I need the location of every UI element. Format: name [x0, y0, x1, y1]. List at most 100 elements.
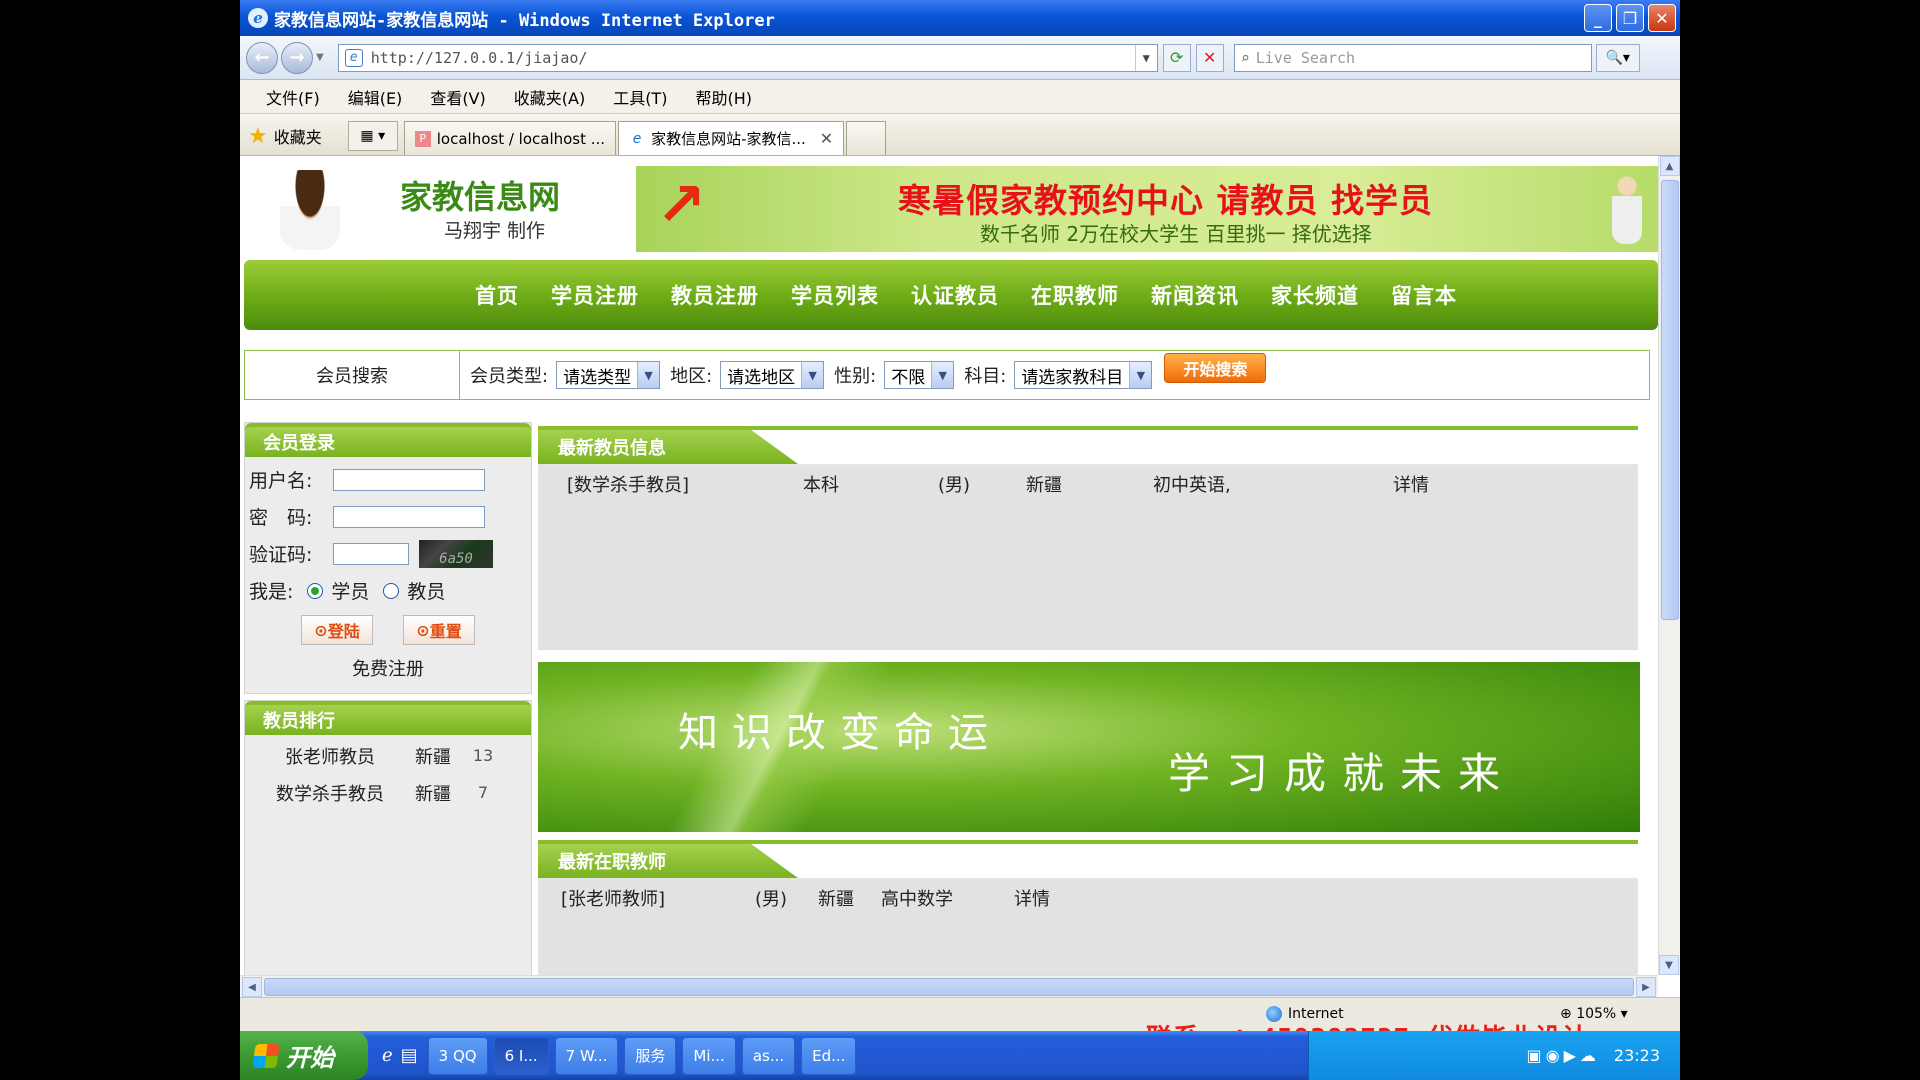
scroll-up-icon[interactable]: ▲: [1659, 156, 1680, 176]
horizontal-scrollbar[interactable]: ◀ ▶: [240, 975, 1658, 997]
back-button[interactable]: ←: [246, 41, 278, 74]
free-register-link[interactable]: 免费注册: [245, 655, 531, 681]
tray-icons[interactable]: ▣◉▶☁: [1527, 1046, 1600, 1065]
role-row: 我是: 学员 教员: [245, 572, 531, 609]
gender-value: 不限: [891, 367, 926, 388]
password-input[interactable]: [333, 505, 485, 528]
ranking-row[interactable]: 张老师教员 新疆 13: [245, 737, 531, 774]
employed-detail-link[interactable]: 详情: [1014, 885, 1050, 911]
url-field[interactable]: e http://127.0.0.1/jiajao/ ▼: [337, 43, 1158, 72]
captcha-image[interactable]: 6a50: [419, 539, 493, 568]
type-label: 会员类型:: [470, 366, 549, 387]
tab-phpmyadmin[interactable]: P localhost / localhost ...: [403, 121, 617, 155]
refresh-button[interactable]: ⟳: [1162, 43, 1191, 72]
teacher-detail-link[interactable]: 详情: [1393, 471, 1429, 497]
nav-employed-teachers[interactable]: 在职教师: [1031, 280, 1119, 310]
minimize-button[interactable]: _: [1584, 4, 1612, 32]
taskbar-ed[interactable]: Ed...: [801, 1036, 857, 1075]
vertical-scrollbar[interactable]: ▲ ▼: [1658, 156, 1680, 975]
employed-row[interactable]: [张老师教师] (男) 新疆 高中数学 详情: [538, 882, 1638, 914]
favorites-button[interactable]: ★ 收藏夹: [248, 117, 322, 155]
scroll-down-icon[interactable]: ▼: [1659, 955, 1679, 975]
latest-employed-body: [张老师教师] (男) 新疆 高中数学 详情: [538, 882, 1638, 975]
history-dropdown-icon[interactable]: ▼: [316, 52, 324, 63]
vertical-scroll-thumb[interactable]: [1661, 180, 1679, 620]
member-search: 会员搜索 会员类型: 请选类型 ▼ 地区: 请选地区 ▼ 性别: 不限 ▼ 科目…: [244, 350, 1650, 400]
login-button[interactable]: ⊙ 登陆: [301, 615, 373, 645]
ranking-region: 新疆: [415, 783, 451, 805]
nav-student-list[interactable]: 学员列表: [791, 280, 879, 310]
student-radio[interactable]: [307, 582, 324, 599]
stop-button[interactable]: ✕: [1195, 43, 1224, 72]
taskbar-services[interactable]: 服务: [624, 1036, 677, 1075]
scroll-right-icon[interactable]: ▶: [1636, 977, 1656, 997]
menu-edit[interactable]: 编辑(E): [348, 85, 403, 109]
ranking-row[interactable]: 数学杀手教员 新疆 7: [245, 774, 531, 811]
favorites-label: 收藏夹: [273, 128, 322, 147]
taskbar-explorer[interactable]: 7 W...: [554, 1036, 619, 1075]
teacher-row[interactable]: [数学杀手教员] 本科 (男) 新疆 初中英语, 详情: [538, 468, 1638, 500]
login-title: 会员登录: [245, 423, 531, 457]
tab-jiajiao[interactable]: e 家教信息网站-家教信... ✕: [618, 121, 845, 155]
site-logo[interactable]: 家教信息网 马翔宇 制作: [240, 166, 636, 252]
start-button[interactable]: 开始: [240, 1031, 368, 1080]
nav-home[interactable]: 首页: [475, 280, 519, 310]
new-tab-button[interactable]: [846, 121, 887, 155]
taskbar: 开始 ℯ ▤ 3 QQ 6 I... 7 W... 服务 Mi... as...…: [240, 1031, 1680, 1080]
close-tab-icon[interactable]: ✕: [820, 129, 833, 148]
chevron-down-icon: ▾: [1620, 1006, 1628, 1022]
type-select[interactable]: 请选类型 ▼: [556, 361, 661, 389]
login-button-label: 登陆: [327, 622, 360, 641]
nav-parents[interactable]: 家长频道: [1271, 280, 1359, 310]
menu-view[interactable]: 查看(V): [430, 85, 485, 109]
forward-button[interactable]: →: [281, 41, 313, 74]
url-dropdown-icon[interactable]: ▼: [1134, 44, 1157, 71]
subject-select[interactable]: 请选家教科目 ▼: [1014, 361, 1153, 389]
system-tray: ▣◉▶☁ 23:23: [1308, 1031, 1680, 1080]
scroll-left-icon[interactable]: ◀: [242, 977, 262, 997]
captcha-input[interactable]: [333, 542, 409, 565]
start-search-button[interactable]: 开始搜索: [1164, 353, 1267, 383]
menu-favorites[interactable]: 收藏夹(A): [514, 85, 585, 109]
nav-guestbook[interactable]: 留言本: [1391, 280, 1457, 310]
menu-file[interactable]: 文件(F): [266, 85, 320, 109]
teacher-name[interactable]: [数学杀手教员]: [538, 471, 803, 497]
taskbar-qq[interactable]: 3 QQ: [427, 1036, 488, 1075]
window-titlebar[interactable]: e 家教信息网站-家教信息网站 - Windows Internet Explo…: [240, 0, 1680, 36]
site-name: 家教信息网: [400, 178, 561, 216]
ie-launch-icon[interactable]: ℯ: [382, 1045, 393, 1066]
motto-banner: 知识改变命运 学习成就未来: [538, 662, 1640, 832]
nav-teacher-register[interactable]: 教员注册: [671, 280, 759, 310]
horizontal-scroll-thumb[interactable]: [264, 978, 1634, 996]
taskbar-ie[interactable]: 6 I...: [493, 1036, 549, 1075]
menu-tools[interactable]: 工具(T): [613, 85, 667, 109]
employed-name[interactable]: [张老师教师]: [538, 885, 755, 911]
close-button[interactable]: ✕: [1648, 4, 1676, 32]
nav-student-register[interactable]: 学员注册: [551, 280, 639, 310]
teacher-radio[interactable]: [383, 582, 400, 599]
search-field[interactable]: ⌕ Live Search: [1233, 43, 1592, 72]
nav-news[interactable]: 新闻资讯: [1151, 280, 1239, 310]
search-go-button[interactable]: 🔍▾: [1595, 43, 1640, 72]
chevron-down-icon: ▼: [637, 362, 660, 388]
nav-certified-teachers[interactable]: 认证教员: [911, 280, 999, 310]
type-value: 请选类型: [563, 367, 632, 388]
area-select[interactable]: 请选地区 ▼: [720, 361, 825, 389]
latest-teachers-title: 最新教员信息: [538, 430, 798, 464]
reset-button[interactable]: ⊙ 重置: [403, 615, 475, 645]
latest-teachers-body: [数学杀手教员] 本科 (男) 新疆 初中英语, 详情: [538, 468, 1638, 650]
maximize-button[interactable]: ❐: [1616, 4, 1644, 32]
clock[interactable]: 23:23: [1614, 1046, 1660, 1065]
search-small-icon: ⌕: [1240, 48, 1250, 67]
captcha-label: 验证码:: [249, 544, 313, 566]
star-icon: ★: [248, 123, 268, 149]
menu-help[interactable]: 帮助(H): [695, 85, 752, 109]
username-input[interactable]: [333, 468, 485, 491]
chevron-down-icon: ▼: [931, 362, 954, 388]
folder-launch-icon[interactable]: ▤: [401, 1045, 418, 1066]
gender-select[interactable]: 不限 ▼: [884, 361, 955, 389]
taskbar-mi[interactable]: Mi...: [682, 1036, 736, 1075]
taskbar-as[interactable]: as...: [741, 1036, 796, 1075]
quick-tabs-button[interactable]: ▦ ▾: [347, 121, 398, 151]
teacher-ranking: 教员排行 张老师教员 新疆 13 数学杀手教员 新疆 7: [244, 700, 532, 975]
